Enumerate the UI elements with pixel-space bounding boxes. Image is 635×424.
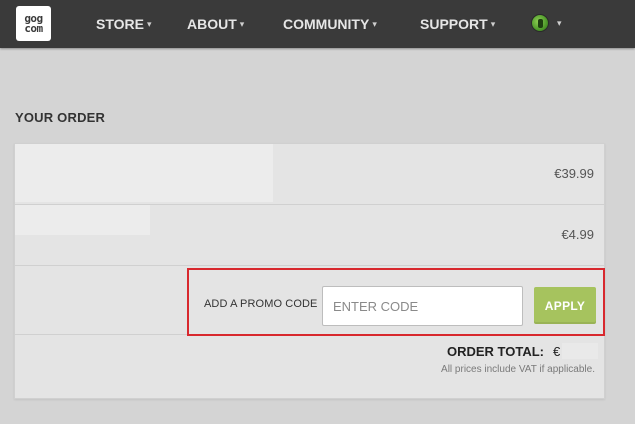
nav-store[interactable]: STORE ▾ xyxy=(96,14,152,34)
product-info-placeholder xyxy=(15,144,273,202)
top-navigation-bar: gog com STORE ▾ ABOUT ▾ COMMUNITY ▾ SUPP… xyxy=(0,0,635,48)
chevron-down-icon: ▾ xyxy=(372,18,377,29)
chevron-down-icon: ▾ xyxy=(239,18,245,29)
nav-store-label: STORE xyxy=(96,16,144,32)
item-price: €4.99 xyxy=(561,227,594,242)
order-title: YOUR ORDER xyxy=(15,110,106,125)
nav-community[interactable]: COMMUNITY ▾ xyxy=(283,14,377,34)
chevron-down-icon: ▾ xyxy=(557,17,562,28)
user-avatar-icon xyxy=(531,14,549,32)
nav-support-label: SUPPORT xyxy=(420,16,488,32)
item-price: €39.99 xyxy=(554,166,594,181)
promo-code-input[interactable] xyxy=(322,286,523,326)
gog-logo[interactable]: gog com xyxy=(16,6,51,41)
user-menu[interactable]: ▾ xyxy=(531,13,562,33)
chevron-down-icon: ▾ xyxy=(146,18,152,29)
order-item-row: €4.99 xyxy=(15,205,604,266)
apply-promo-button[interactable]: APPLY xyxy=(534,287,596,324)
nav-support[interactable]: SUPPORT ▾ xyxy=(420,14,495,34)
nav-community-label: COMMUNITY xyxy=(283,16,370,32)
logo-text-line2: com xyxy=(24,21,43,35)
order-total-value xyxy=(562,343,598,359)
order-total-label: ORDER TOTAL: xyxy=(447,344,545,359)
nav-about-label: ABOUT xyxy=(187,16,237,32)
chevron-down-icon: ▾ xyxy=(490,18,496,29)
product-info-placeholder xyxy=(15,205,150,235)
promo-code-label: ADD A PROMO CODE xyxy=(204,298,318,310)
order-total-currency: € xyxy=(553,344,561,359)
order-item-row: €39.99 xyxy=(15,144,604,205)
vat-note: All prices include VAT if applicable. xyxy=(441,364,595,375)
checkout-page: gog com STORE ▾ ABOUT ▾ COMMUNITY ▾ SUPP… xyxy=(0,0,635,424)
nav-about[interactable]: ABOUT ▾ xyxy=(187,14,244,34)
